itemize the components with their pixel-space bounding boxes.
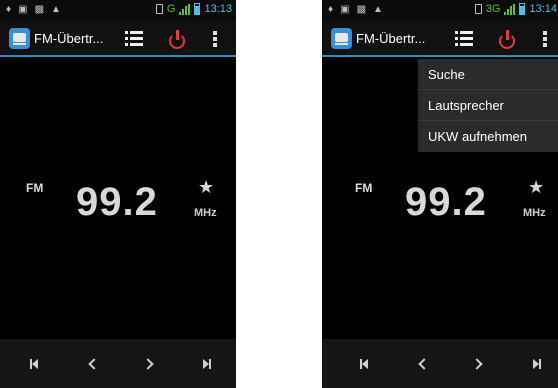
battery-icon — [194, 3, 201, 15]
unit-label: MHz — [194, 207, 217, 219]
image-icon: ▩ — [34, 4, 45, 15]
star-icon[interactable]: ★ — [198, 177, 214, 198]
seek-back-icon[interactable] — [78, 350, 106, 378]
skip-previous-icon[interactable] — [350, 350, 378, 378]
seek-forward-icon[interactable] — [465, 350, 493, 378]
star-icon[interactable]: ★ — [528, 177, 544, 198]
battery-icon — [519, 3, 526, 15]
menu-item-search[interactable]: Suche — [418, 59, 558, 90]
fm-transmitter-app-icon[interactable] — [331, 28, 352, 49]
app-title: FM-Übertr... — [356, 31, 426, 46]
power-icon[interactable] — [498, 29, 516, 49]
seek-forward-icon[interactable] — [136, 350, 164, 378]
menu-item-speaker[interactable]: Lautsprecher — [418, 90, 558, 121]
overflow-menu-icon[interactable] — [209, 30, 221, 48]
signal-icon — [504, 3, 516, 15]
skip-next-icon[interactable] — [193, 350, 221, 378]
frequency-display: FM 99.2 ★ MHz — [0, 59, 236, 339]
skip-previous-icon[interactable] — [20, 350, 48, 378]
network-type: G — [166, 3, 176, 15]
list-icon[interactable] — [455, 30, 475, 48]
network-type: 3G — [485, 3, 501, 15]
gallery-icon: ▣ — [18, 4, 28, 15]
action-bar: FM-Übertr... — [0, 21, 236, 57]
status-clock: 13:14 — [529, 3, 557, 15]
phone-screen-right: ♦ ▣ ▩ ▲ 3G 13:14 FM-Übertr... FM 99.2 ★ … — [322, 0, 558, 388]
band-label: FM — [355, 181, 373, 195]
list-icon[interactable] — [125, 30, 145, 48]
seek-back-icon[interactable] — [408, 350, 436, 378]
overflow-menu-icon[interactable] — [539, 30, 551, 48]
warning-icon: ▲ — [373, 4, 383, 15]
warning-icon: ▲ — [51, 4, 61, 15]
vibrate-icon — [474, 4, 482, 14]
skip-next-icon[interactable] — [523, 350, 551, 378]
wifi-icon: ♦ — [6, 4, 12, 15]
signal-icon — [179, 3, 191, 15]
frequency-value: 99.2 — [405, 180, 487, 224]
unit-label: MHz — [523, 207, 546, 219]
vibrate-icon — [155, 4, 163, 14]
status-bar: ♦ ▣ ▩ ▲ 3G 13:14 — [322, 0, 558, 21]
gallery-icon: ▣ — [340, 4, 350, 15]
bottom-navigation — [0, 339, 236, 388]
band-label: FM — [26, 181, 44, 195]
wifi-icon: ♦ — [328, 4, 334, 15]
menu-item-record-fm[interactable]: UKW aufnehmen — [418, 121, 558, 152]
frequency-value: 99.2 — [76, 180, 158, 224]
phone-screen-left: ♦ ▣ ▩ ▲ G 13:13 FM-Übertr... FM 99.2 ★ M… — [0, 0, 236, 388]
image-icon: ▩ — [356, 4, 367, 15]
power-icon[interactable] — [168, 29, 186, 49]
status-clock: 13:13 — [204, 3, 232, 15]
overflow-menu: Suche Lautsprecher UKW aufnehmen — [418, 59, 558, 152]
action-bar: FM-Übertr... — [322, 21, 558, 57]
status-bar: ♦ ▣ ▩ ▲ G 13:13 — [0, 0, 236, 21]
fm-transmitter-app-icon[interactable] — [9, 28, 30, 49]
bottom-navigation — [322, 339, 558, 388]
app-title: FM-Übertr... — [34, 31, 104, 46]
